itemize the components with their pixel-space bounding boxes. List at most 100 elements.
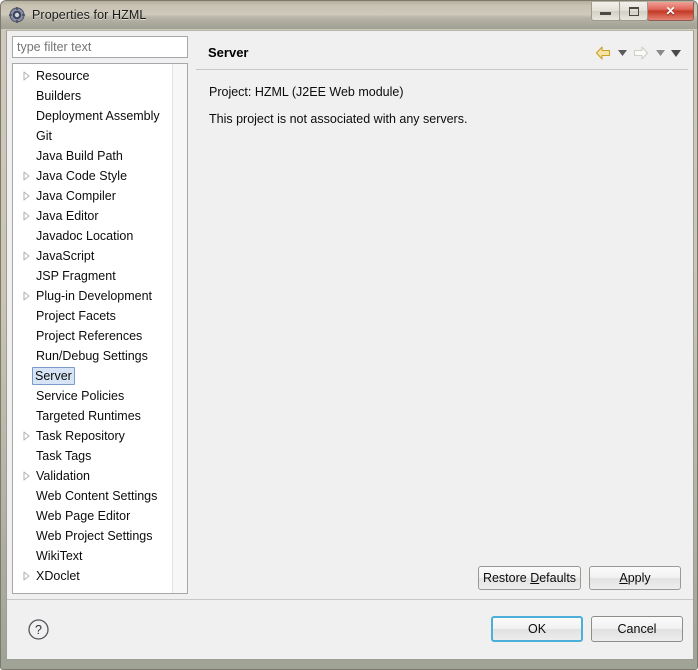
- tree-item[interactable]: Task Repository: [13, 426, 173, 446]
- tree-item-label: Java Compiler: [36, 189, 116, 203]
- settings-tree[interactable]: Resource Builders Deployment Assembly Git Ja…: [12, 63, 188, 594]
- cancel-label: Cancel: [617, 622, 657, 636]
- tree-scrollbar[interactable]: [172, 64, 187, 593]
- tree-item-label: Git: [36, 129, 52, 143]
- tree-item[interactable]: Java Compiler: [13, 186, 173, 206]
- tree-item-label: Task Repository: [36, 429, 125, 443]
- tree-item-label: Task Tags: [36, 449, 92, 463]
- expand-triangle-icon[interactable]: [20, 571, 33, 581]
- tree-item-label: Validation: [36, 469, 90, 483]
- content-region: Resource Builders Deployment Assembly Git Ja…: [7, 31, 693, 599]
- tree-item[interactable]: Git: [13, 126, 173, 146]
- project-info-line: Project: HZML (J2EE Web module): [209, 85, 404, 99]
- apply-button[interactable]: Apply: [589, 566, 681, 590]
- tree-item-label: JSP Fragment: [36, 269, 116, 283]
- back-arrow-icon[interactable]: [593, 44, 613, 62]
- window-title: Properties for HZML: [32, 8, 147, 22]
- tree-list: Resource Builders Deployment Assembly Git Ja…: [13, 66, 173, 586]
- tree-item-label: Java Build Path: [36, 149, 123, 163]
- tree-item[interactable]: Run/Debug Settings: [13, 346, 173, 366]
- tree-item-label: Resource: [36, 69, 90, 83]
- back-menu-chevron-down-icon[interactable]: [615, 44, 629, 62]
- tree-item[interactable]: Web Project Settings: [13, 526, 173, 546]
- dialog-client-area: Resource Builders Deployment Assembly Git Ja…: [6, 30, 694, 660]
- tree-item[interactable]: WikiText: [13, 546, 173, 566]
- tree-item[interactable]: Java Code Style: [13, 166, 173, 186]
- tree-item-label: Web Content Settings: [36, 489, 158, 503]
- forward-menu-chevron-down-icon[interactable]: [653, 44, 667, 62]
- restore-defaults-label: Restore Defaults: [482, 571, 577, 585]
- properties-dialog-window: Properties for HZML ✕ Resource Builders De…: [0, 0, 698, 670]
- tree-item-label: Plug-in Development: [36, 289, 153, 303]
- restore-defaults-button[interactable]: Restore Defaults: [478, 566, 581, 590]
- expand-triangle-icon[interactable]: [20, 211, 33, 221]
- maximize-icon: [628, 6, 639, 16]
- tree-item[interactable]: Java Build Path: [13, 146, 173, 166]
- help-question-icon[interactable]: ?: [27, 618, 50, 641]
- cancel-button[interactable]: Cancel: [591, 616, 683, 642]
- minimize-icon: [600, 12, 611, 15]
- tree-item[interactable]: Task Tags: [13, 446, 173, 466]
- tree-item[interactable]: Resource: [13, 66, 173, 86]
- svg-text:?: ?: [35, 623, 42, 637]
- title-bar[interactable]: Properties for HZML ✕: [1, 1, 697, 29]
- tree-item[interactable]: Deployment Assembly: [13, 106, 173, 126]
- tree-item[interactable]: Targeted Runtimes: [13, 406, 173, 426]
- tree-item-label: Server: [32, 367, 75, 385]
- caption-buttons: ✕: [591, 2, 694, 21]
- tree-item-label: XDoclet: [36, 569, 80, 583]
- expand-triangle-icon[interactable]: [20, 71, 33, 81]
- ok-cancel-group: OK Cancel: [491, 616, 683, 642]
- expand-triangle-icon[interactable]: [20, 251, 33, 261]
- tree-item[interactable]: JSP Fragment: [13, 266, 173, 286]
- page-header: Server: [196, 36, 688, 70]
- page-body: Project: HZML (J2EE Web module) This pro…: [196, 71, 688, 594]
- apply-label: Apply: [619, 571, 651, 585]
- tree-item-label: WikiText: [36, 549, 83, 563]
- filter-input[interactable]: [12, 36, 188, 58]
- tree-item-label: Targeted Runtimes: [36, 409, 141, 423]
- forward-arrow-icon: [631, 44, 651, 62]
- tree-item[interactable]: Web Content Settings: [13, 486, 173, 506]
- tree-item[interactable]: Project Facets: [13, 306, 173, 326]
- close-icon: ✕: [665, 4, 676, 18]
- tree-item-label: Service Policies: [36, 389, 125, 403]
- expand-triangle-icon[interactable]: [20, 431, 33, 441]
- tree-item[interactable]: Javadoc Location: [13, 226, 173, 246]
- tree-item[interactable]: Server: [13, 366, 173, 386]
- ok-label: OK: [527, 622, 547, 636]
- tree-item-label: Web Project Settings: [36, 529, 153, 543]
- tree-item[interactable]: Builders: [13, 86, 173, 106]
- tree-item-label: Javadoc Location: [36, 229, 134, 243]
- tree-item[interactable]: Project References: [13, 326, 173, 346]
- properties-gear-icon: [9, 7, 25, 23]
- overflow-menu-chevron-down-icon[interactable]: [669, 44, 683, 62]
- tree-item-label: Project Facets: [36, 309, 116, 323]
- tree-item-label: Deployment Assembly: [36, 109, 160, 123]
- tree-item-label: Run/Debug Settings: [36, 349, 148, 363]
- tree-item-label: Java Code Style: [36, 169, 128, 183]
- tree-item[interactable]: JavaScript: [13, 246, 173, 266]
- tree-item[interactable]: Java Editor: [13, 206, 173, 226]
- close-button[interactable]: ✕: [647, 2, 694, 21]
- expand-triangle-icon[interactable]: [20, 471, 33, 481]
- navigation-column: Resource Builders Deployment Assembly Git Ja…: [12, 36, 188, 594]
- maximize-button[interactable]: [619, 2, 648, 21]
- tree-item[interactable]: Service Policies: [13, 386, 173, 406]
- tree-item[interactable]: Validation: [13, 466, 173, 486]
- page-action-buttons: Restore Defaults Apply: [478, 566, 681, 590]
- ok-button[interactable]: OK: [491, 616, 583, 642]
- tree-item[interactable]: XDoclet: [13, 566, 173, 586]
- page-title: Server: [208, 45, 249, 60]
- dialog-button-bar: ? OK Cancel: [7, 599, 693, 659]
- tree-item-label: JavaScript: [36, 249, 95, 263]
- tree-item[interactable]: Web Page Editor: [13, 506, 173, 526]
- server-association-line: This project is not associated with any …: [209, 112, 468, 126]
- tree-item-label: Project References: [36, 329, 143, 343]
- expand-triangle-icon[interactable]: [20, 291, 33, 301]
- expand-triangle-icon[interactable]: [20, 171, 33, 181]
- minimize-button[interactable]: [591, 2, 620, 21]
- expand-triangle-icon[interactable]: [20, 191, 33, 201]
- tree-item[interactable]: Plug-in Development: [13, 286, 173, 306]
- tree-item-label: Web Page Editor: [36, 509, 131, 523]
